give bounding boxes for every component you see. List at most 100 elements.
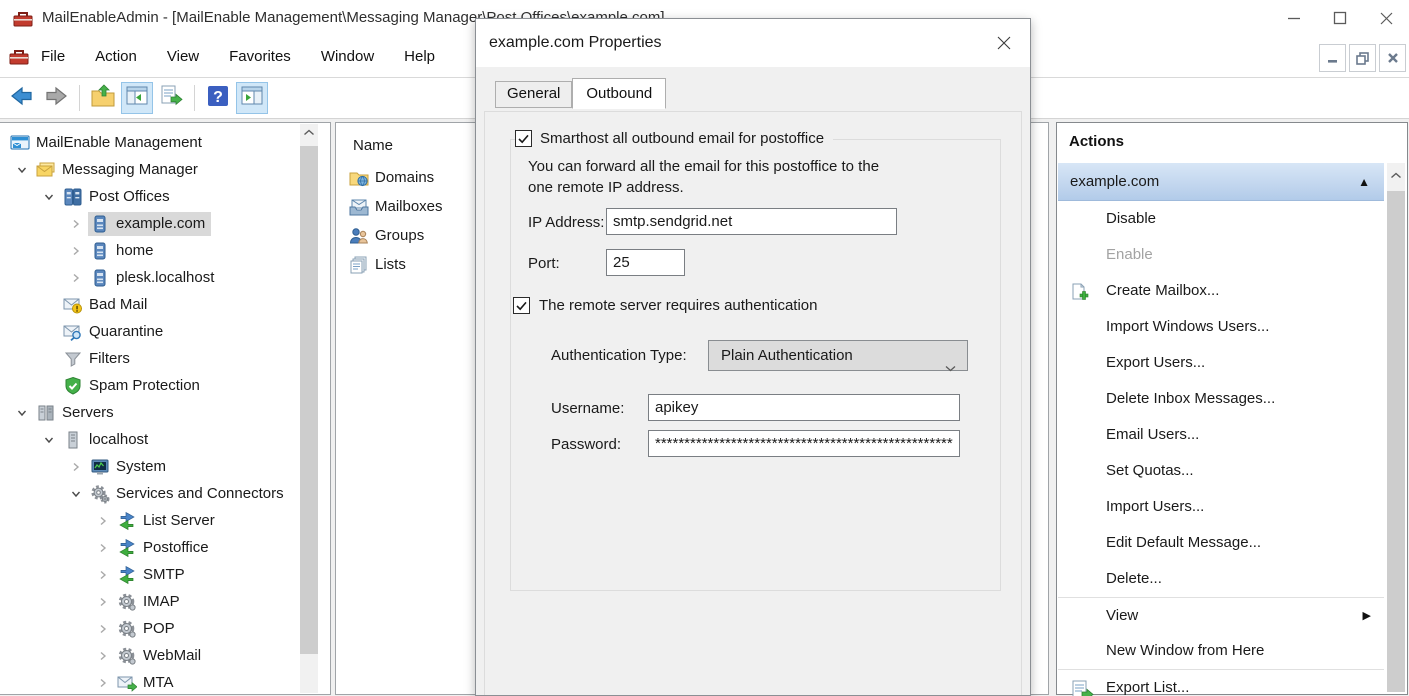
mailenable-admin-window: MailEnableAdmin - [MailEnable Management…	[0, 0, 1409, 696]
menu-window[interactable]: Window	[306, 36, 389, 78]
tree-scrollbar[interactable]	[300, 124, 318, 693]
tree-item-smtp[interactable]: SMTP	[0, 561, 300, 588]
password-input[interactable]	[648, 430, 960, 457]
show-console-tree-button[interactable]	[121, 82, 153, 114]
port-input[interactable]	[606, 249, 685, 276]
show-action-pane-button[interactable]	[236, 82, 268, 114]
forward-button[interactable]	[40, 82, 72, 114]
action-item-delete[interactable]: Delete...	[1058, 561, 1384, 597]
tree-item-example-com[interactable]: example.com	[0, 210, 300, 237]
up-one-level-button[interactable]	[87, 82, 119, 114]
tree-item-bad-mail[interactable]: Bad Mail	[0, 291, 300, 318]
action-item-set-quotas[interactable]: Set Quotas...	[1058, 453, 1384, 489]
action-item-import-users[interactable]: Import Users...	[1058, 489, 1384, 525]
tree-item-home[interactable]: home	[0, 237, 300, 264]
password-label: Password:	[551, 436, 621, 453]
maximize-button[interactable]	[1317, 0, 1363, 36]
tree-expander-expanded-icon[interactable]	[64, 488, 88, 500]
tree-item-services-and-connectors[interactable]: Services and Connectors	[0, 480, 300, 507]
actions-scrollbar[interactable]	[1387, 163, 1405, 692]
action-item-export-users[interactable]: Export Users...	[1058, 345, 1384, 381]
close-button[interactable]	[1363, 0, 1409, 36]
dialog-close-button[interactable]	[984, 26, 1024, 60]
actions-section-label: example.com	[1070, 173, 1159, 190]
action-item-new-window-from-here[interactable]: New Window from Here	[1058, 633, 1384, 669]
tree-item-localhost[interactable]: localhost	[0, 426, 300, 453]
collapse-section-icon[interactable]: ▲	[1358, 163, 1370, 201]
tree-expander-collapsed-icon[interactable]	[64, 218, 88, 230]
tree-expander-collapsed-icon[interactable]	[91, 623, 115, 635]
tree-item-plesk-localhost[interactable]: plesk.localhost	[0, 264, 300, 291]
menu-favorites[interactable]: Favorites	[214, 36, 306, 78]
tree-expander-expanded-icon[interactable]	[10, 164, 34, 176]
mta-icon	[117, 673, 139, 693]
tree-item-filters[interactable]: Filters	[0, 345, 300, 372]
action-item-import-windows-users[interactable]: Import Windows Users...	[1058, 309, 1384, 345]
child-close-button[interactable]	[1379, 44, 1406, 72]
scroll-up-icon[interactable]	[300, 124, 318, 141]
action-item-delete-inbox-messages[interactable]: Delete Inbox Messages...	[1058, 381, 1384, 417]
help-button[interactable]: ?	[202, 82, 234, 114]
tree-item-postoffice[interactable]: Postoffice	[0, 534, 300, 561]
servers-icon	[36, 403, 58, 423]
tree-item-mta[interactable]: MTA	[0, 669, 300, 696]
menu-help[interactable]: Help	[389, 36, 450, 78]
menu-action[interactable]: Action	[80, 36, 152, 78]
scroll-up-icon[interactable]	[1387, 163, 1405, 187]
export-list-button[interactable]	[155, 82, 187, 114]
smarthost-groupbox: Smarthost all outbound email for postoff…	[510, 139, 1001, 591]
username-input[interactable]	[648, 394, 960, 421]
tree-item-pop[interactable]: POP	[0, 615, 300, 642]
tree-item-webmail[interactable]: WebMail	[0, 642, 300, 669]
tree-expander-collapsed-icon[interactable]	[64, 461, 88, 473]
tree-item-messaging-manager[interactable]: Messaging Manager	[0, 156, 300, 183]
tree-expander-collapsed-icon[interactable]	[91, 677, 115, 689]
auth-type-dropdown[interactable]: Plain Authentication	[708, 340, 968, 371]
actions-scrollbar-thumb[interactable]	[1387, 191, 1405, 692]
minimize-button[interactable]	[1271, 0, 1317, 36]
tree-scrollbar-thumb[interactable]	[300, 146, 318, 654]
tree-item-list-server[interactable]: List Server	[0, 507, 300, 534]
tree-item-post-offices[interactable]: Post Offices	[0, 183, 300, 210]
service-gear-icon	[117, 619, 139, 639]
requires-auth-checkbox[interactable]	[513, 297, 530, 314]
action-item-view[interactable]: View▶	[1058, 597, 1384, 633]
tree-expander-collapsed-icon[interactable]	[91, 542, 115, 554]
tree-expander-expanded-icon[interactable]	[37, 191, 61, 203]
back-arrow-icon	[9, 83, 35, 114]
tree-item-label: List Server	[139, 512, 215, 529]
menu-view[interactable]: View	[152, 36, 214, 78]
action-item-email-users[interactable]: Email Users...	[1058, 417, 1384, 453]
child-restore-button[interactable]	[1349, 44, 1376, 72]
tree-expander-expanded-icon[interactable]	[37, 434, 61, 446]
action-item-edit-default-message[interactable]: Edit Default Message...	[1058, 525, 1384, 561]
tree-item-quarantine[interactable]: Quarantine	[0, 318, 300, 345]
back-button[interactable]	[6, 82, 38, 114]
tree-expander-collapsed-icon[interactable]	[64, 245, 88, 257]
child-minimize-button[interactable]	[1319, 44, 1346, 72]
smarthost-checkbox[interactable]	[515, 130, 532, 147]
tree-item-system[interactable]: System	[0, 453, 300, 480]
tree-item-mailenable-management[interactable]: MailEnable Management	[0, 129, 300, 156]
tree-expander-collapsed-icon[interactable]	[64, 272, 88, 284]
action-item-create-mailbox[interactable]: Create Mailbox...	[1058, 273, 1384, 309]
quarantine-icon	[63, 322, 85, 342]
tree-expander-collapsed-icon[interactable]	[91, 569, 115, 581]
action-item-disable[interactable]: Disable	[1058, 201, 1384, 237]
tab-outbound[interactable]: Outbound	[572, 78, 666, 109]
tab-general[interactable]: General	[495, 81, 572, 108]
tree-item-spam-protection[interactable]: Spam Protection	[0, 372, 300, 399]
tree-item-imap[interactable]: IMAP	[0, 588, 300, 615]
tree-expander-collapsed-icon[interactable]	[91, 515, 115, 527]
action-item-export-list[interactable]: Export List...	[1058, 669, 1384, 696]
tree-item-servers[interactable]: Servers	[0, 399, 300, 426]
ip-address-input[interactable]	[606, 208, 897, 235]
tree-expander-expanded-icon[interactable]	[10, 407, 34, 419]
smarthost-description: You can forward all the email for this p…	[528, 156, 938, 198]
column-header-name[interactable]: Name	[353, 133, 393, 159]
actions-section-header[interactable]: example.com ▲	[1058, 163, 1384, 201]
action-item-label: New Window from Here	[1106, 642, 1264, 659]
menu-file[interactable]: File	[26, 36, 80, 78]
tree-expander-collapsed-icon[interactable]	[91, 596, 115, 608]
tree-expander-collapsed-icon[interactable]	[91, 650, 115, 662]
